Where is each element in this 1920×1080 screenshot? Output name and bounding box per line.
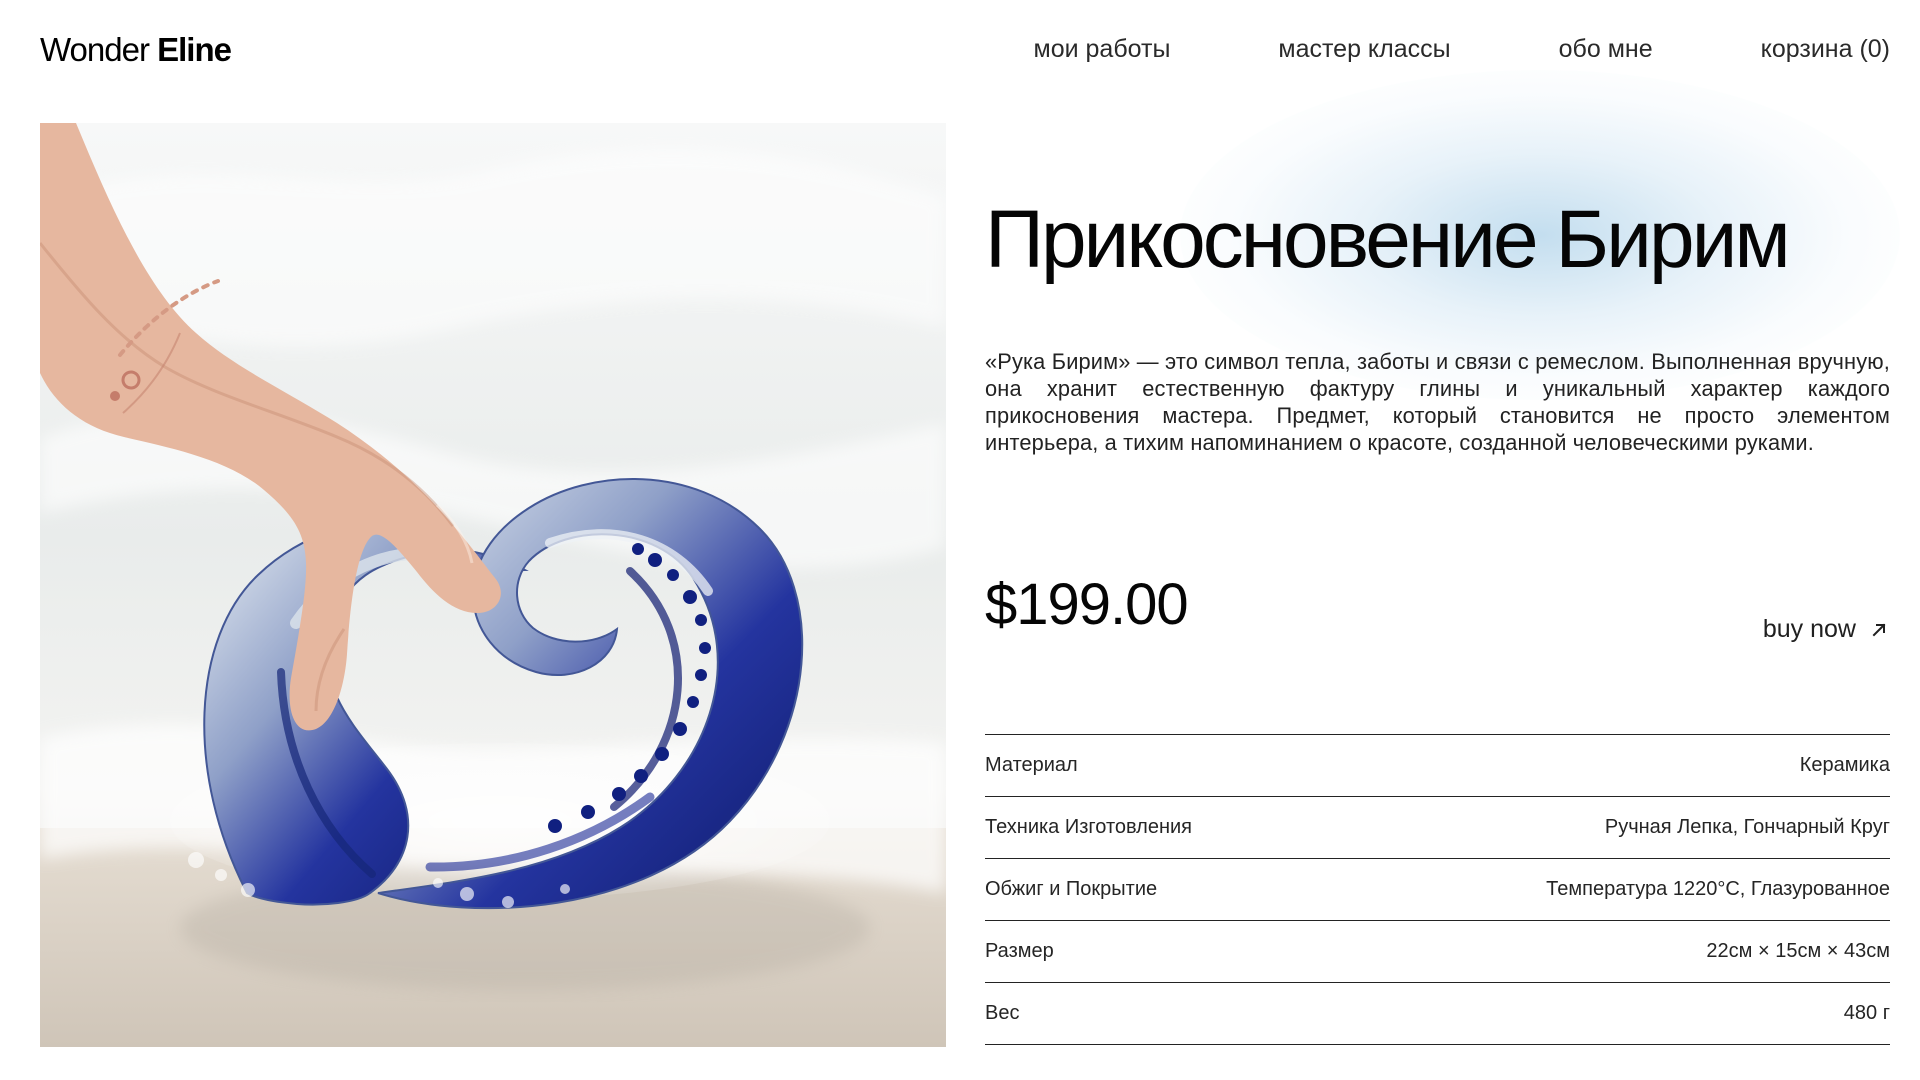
spec-label: Вес — [985, 1002, 1020, 1024]
nav-about[interactable]: обо мне — [1559, 35, 1653, 64]
spec-value: 480 г — [1843, 1002, 1890, 1024]
spec-value: 22см × 15см × 43см — [1706, 940, 1890, 962]
spec-label: Материал — [985, 754, 1078, 776]
nav-workshops[interactable]: мастер классы — [1278, 35, 1450, 64]
spec-row-firing-coating: Обжиг и Покрытие Температура 1220°C, Гла… — [985, 859, 1890, 921]
spec-row-technique: Техника Изготовления Ручная Лепка, Гонча… — [985, 797, 1890, 859]
spec-row-size: Размер 22см × 15см × 43см — [985, 921, 1890, 983]
product-image — [40, 123, 946, 1047]
spec-label: Техника Изготовления — [985, 816, 1193, 838]
spec-label: Размер — [985, 940, 1054, 962]
brand-bold-text: Eline — [157, 31, 232, 68]
product-details: Прикосновение Бирим «Рука Бирим» — это с… — [985, 120, 1890, 1050]
spec-value: Ручная Лепка, Гончарный Круг — [1604, 816, 1890, 838]
spec-value: Температура 1220°C, Глазурованное — [1546, 878, 1890, 900]
product-page: Wonder Eline мои работы мастер классы об… — [0, 0, 1920, 1080]
ceramic-wave-photo — [40, 123, 946, 1047]
spec-value: Керамика — [1799, 754, 1890, 776]
buy-now-label: buy now — [1762, 615, 1856, 643]
brand-light-text: Wonder — [40, 31, 150, 68]
product-title: Прикосновение Бирим — [985, 193, 1791, 285]
nav-my-works[interactable]: мои работы — [1034, 35, 1171, 64]
spec-row-weight: Вес 480 г — [985, 983, 1890, 1045]
spec-label: Обжиг и Покрытие — [985, 878, 1158, 900]
spec-row-material: Материал Керамика — [985, 735, 1890, 797]
arrow-up-right-icon — [1872, 623, 1886, 636]
buy-now-button[interactable]: buy now — [1763, 615, 1890, 644]
product-description: «Рука Бирим» — это символ тепла, заботы … — [985, 348, 1890, 455]
nav-cart[interactable]: корзина (0) — [1761, 35, 1890, 64]
brand-logo[interactable]: Wonder Eline — [40, 31, 232, 69]
product-specs: Материал Керамика Техника Изготовления Р… — [985, 734, 1890, 1045]
product-price: $199.00 — [985, 572, 1189, 637]
main-nav: мои работы мастер классы обо мне корзина… — [1034, 35, 1890, 64]
site-header: Wonder Eline мои работы мастер классы об… — [0, 0, 1920, 104]
